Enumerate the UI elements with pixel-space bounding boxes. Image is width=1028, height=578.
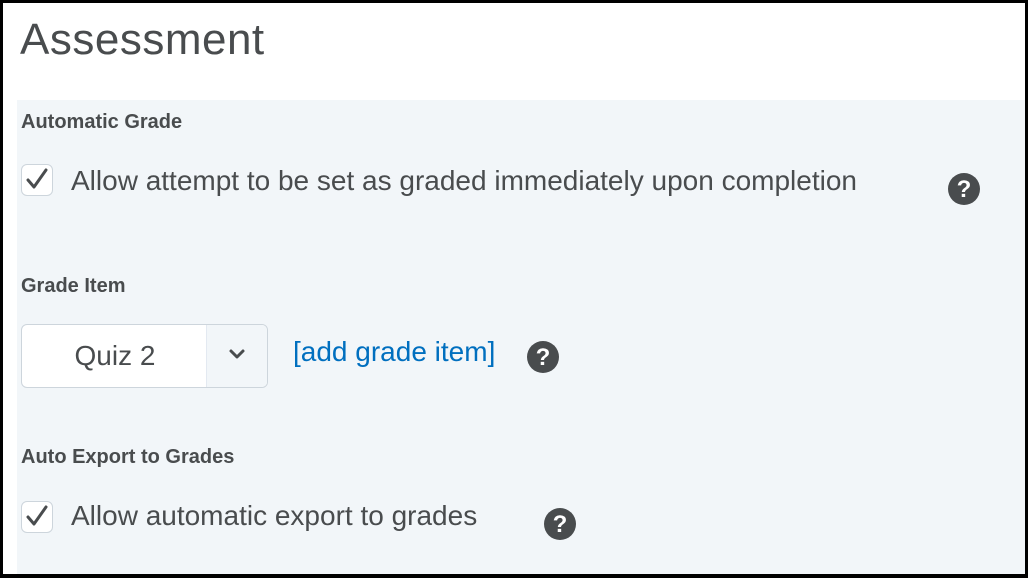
grade-item-select-toggle[interactable] (206, 325, 267, 387)
assessment-panel: Automatic Grade Allow attempt to be set … (17, 100, 1025, 574)
question-circle-icon[interactable]: ? (527, 341, 559, 373)
question-circle-icon[interactable]: ? (948, 173, 980, 205)
auto-export-checkbox-label[interactable]: Allow automatic export to grades (71, 500, 477, 532)
checkmark-icon (26, 168, 48, 189)
auto-export-checkbox[interactable] (21, 501, 53, 533)
screenshot-frame: Assessment Automatic Grade Allow attempt… (0, 0, 1028, 578)
grade-item-select-value[interactable]: Quiz 2 (22, 325, 208, 387)
auto-export-label: Auto Export to Grades (21, 446, 235, 468)
add-grade-item-link[interactable]: [add grade item] (293, 336, 495, 368)
grade-item-label: Grade Item (21, 275, 126, 297)
question-circle-icon[interactable]: ? (544, 508, 576, 540)
checkmark-icon (26, 505, 48, 526)
chevron-down-icon (229, 349, 245, 359)
page-title: Assessment (20, 15, 265, 64)
grade-item-select[interactable]: Quiz 2 (21, 324, 268, 388)
automatic-grade-checkbox[interactable] (21, 164, 53, 196)
automatic-grade-label: Automatic Grade (21, 111, 183, 133)
automatic-grade-checkbox-label[interactable]: Allow attempt to be set as graded immedi… (71, 165, 857, 197)
